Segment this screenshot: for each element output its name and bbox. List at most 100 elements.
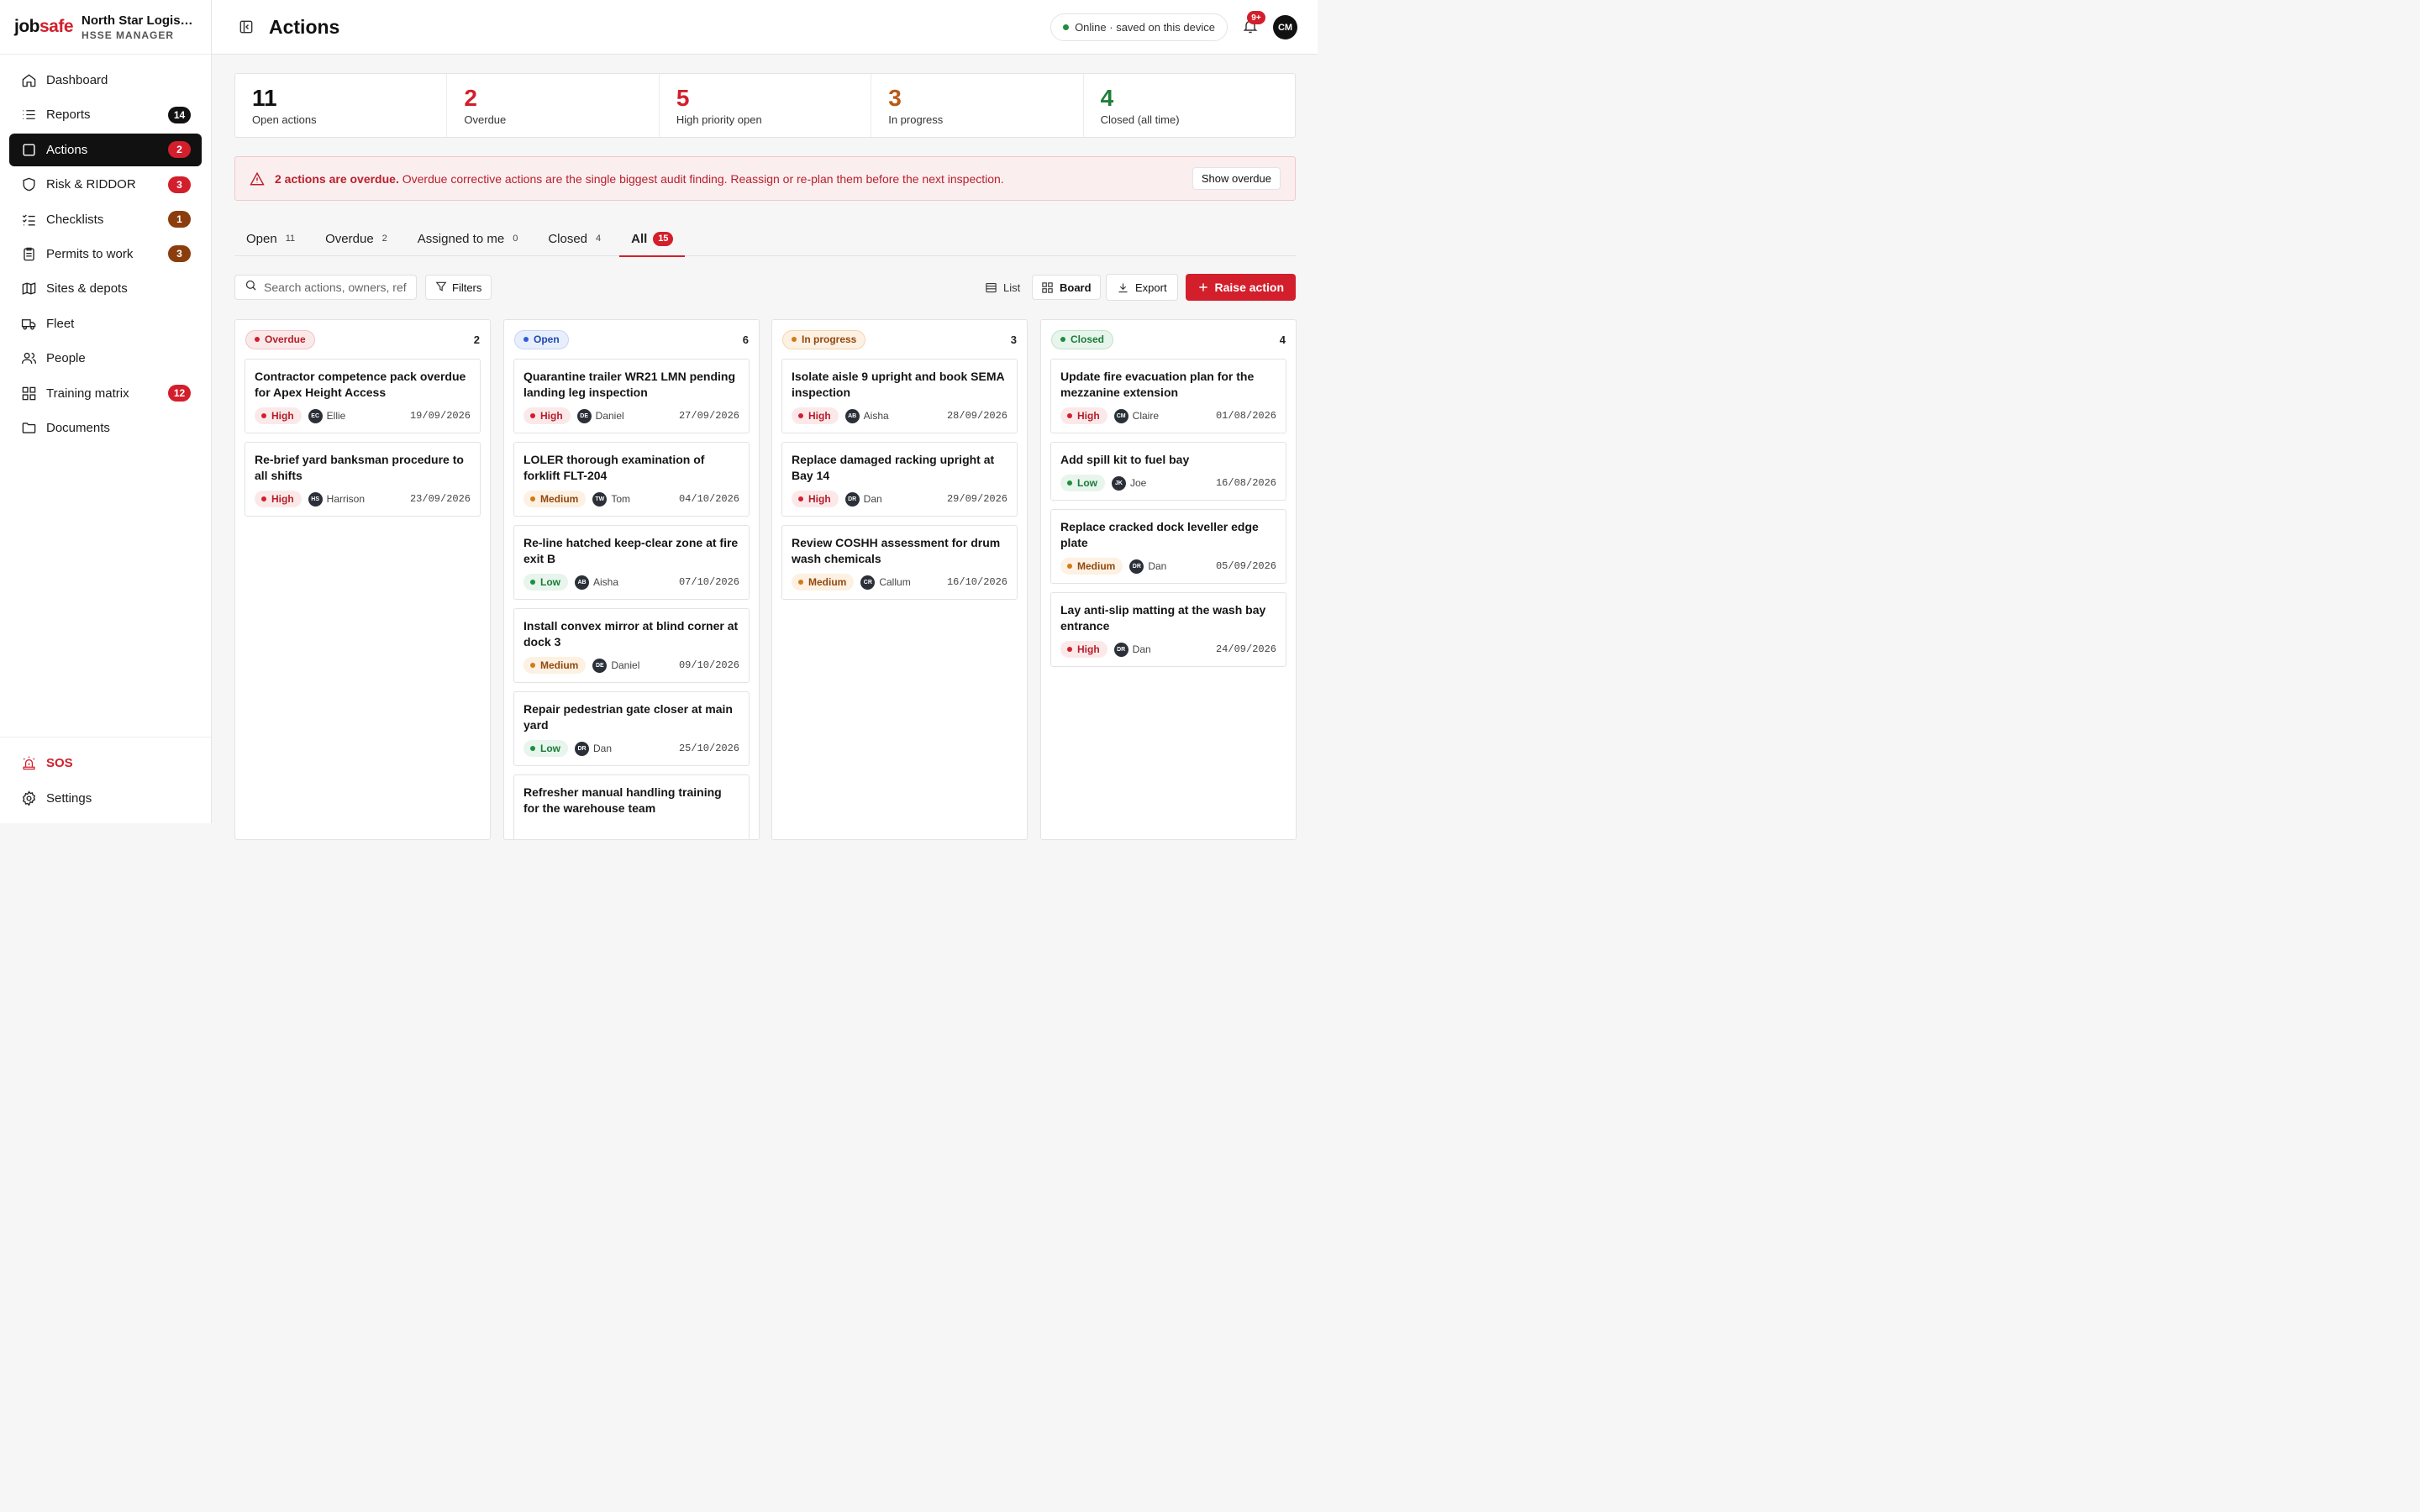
- nav-item-people[interactable]: People: [9, 342, 202, 375]
- nav-item-settings[interactable]: Settings: [9, 782, 202, 815]
- stat-label: High priority open: [676, 113, 762, 126]
- action-card[interactable]: Replace damaged racking upright at Bay 1…: [781, 442, 1018, 517]
- card-title: Refresher manual handling training for t…: [523, 785, 722, 815]
- tab-open[interactable]: Open 11: [234, 221, 307, 256]
- owner-avatar: DR: [844, 491, 860, 507]
- owner-name: Aisha: [863, 410, 889, 422]
- grid-icon: [20, 385, 37, 402]
- card-title: Replace cracked dock leveller edge plate: [1060, 520, 1259, 549]
- owner-name: Dan: [863, 493, 882, 505]
- nav-item-actions[interactable]: Actions 2: [9, 133, 202, 166]
- nav-item-checklists[interactable]: Checklists 1: [9, 203, 202, 236]
- due-date: 23/09/2026: [409, 493, 471, 505]
- priority-label: Medium: [540, 659, 579, 671]
- sidebar-collapse-icon[interactable]: [237, 18, 255, 36]
- action-card[interactable]: Contractor competence pack overdue for A…: [245, 359, 481, 433]
- nav-label: Dashboard: [46, 73, 108, 87]
- filters-label: Filters: [452, 281, 482, 294]
- column-closed: Closed 4 Update fire evacuation plan for…: [1040, 319, 1297, 840]
- user-avatar[interactable]: CM: [1273, 15, 1297, 39]
- status-label: Overdue: [265, 333, 306, 345]
- stat-overdue[interactable]: 2 Overdue: [447, 74, 660, 137]
- nav-item-dashboard[interactable]: Dashboard: [9, 64, 202, 97]
- action-card[interactable]: Repair pedestrian gate closer at main ya…: [513, 691, 750, 766]
- org-switcher[interactable]: North Star Logistics HSSE MANAGER: [82, 13, 196, 41]
- action-card[interactable]: LOLER thorough examination of forklift F…: [513, 442, 750, 517]
- tab-assigned-to-me[interactable]: Assigned to me 0: [406, 221, 530, 256]
- jobsafe-logo[interactable]: jobsafe: [14, 17, 74, 37]
- card-meta: High HS Harrison 23/09/2026: [255, 491, 471, 507]
- action-card[interactable]: Update fire evacuation plan for the mezz…: [1050, 359, 1286, 433]
- list-view-label: List: [1003, 281, 1021, 294]
- priority-label: Low: [1077, 477, 1097, 489]
- status-pill: Closed: [1051, 329, 1114, 349]
- action-card[interactable]: Add spill kit to fuel bay Low JK Joe 16/08/…: [1050, 442, 1286, 501]
- org-role: HSSE MANAGER: [82, 29, 175, 41]
- stat-high-priority[interactable]: 5 High priority open: [660, 74, 872, 137]
- due-date: 28/09/2026: [946, 410, 1007, 422]
- notification-badge: 9+: [1247, 11, 1265, 24]
- action-card[interactable]: Install convex mirror at blind corner at…: [513, 608, 750, 683]
- priority-label: Medium: [808, 576, 847, 588]
- sos-button[interactable]: SOS: [9, 747, 202, 780]
- card-meta: Low JK Joe 16/08/2026: [1060, 475, 1276, 491]
- action-card[interactable]: Isolate aisle 9 upright and book SEMA in…: [781, 359, 1018, 433]
- tab-count: 0: [513, 234, 518, 244]
- main-nav: Dashboard Reports 14 Actions 2 Risk & RI…: [0, 55, 211, 444]
- board-view-button[interactable]: Board: [1032, 275, 1101, 300]
- due-date: 16/10/2026: [946, 576, 1007, 588]
- org-name: North Star Logistics: [82, 13, 197, 28]
- column-count: 2: [473, 333, 480, 346]
- stat-label: In progress: [888, 113, 944, 126]
- priority-badge: High: [1060, 641, 1107, 658]
- siren-icon: [20, 755, 37, 772]
- show-overdue-button[interactable]: Show overdue: [1192, 167, 1281, 190]
- nav-item-risk-riddor[interactable]: Risk & RIDDOR 3: [9, 168, 202, 201]
- nav-item-reports[interactable]: Reports 14: [9, 98, 202, 131]
- card-title: Quarantine trailer WR21 LMN pending land…: [523, 370, 736, 399]
- nav-item-training-matrix[interactable]: Training matrix 12: [9, 377, 202, 410]
- card-meta: High CM Claire 01/08/2026: [1060, 407, 1276, 424]
- card-title: Lay anti-slip matting at the wash bay en…: [1060, 603, 1266, 633]
- export-button[interactable]: Export: [1106, 274, 1178, 301]
- board-view-icon: [1042, 281, 1053, 293]
- column-header: Closed 4: [1041, 320, 1296, 359]
- search-input[interactable]: [264, 281, 411, 294]
- raise-action-button[interactable]: Raise action: [1185, 274, 1296, 301]
- filters-button[interactable]: Filters: [425, 275, 492, 300]
- status-dot: [1063, 24, 1070, 30]
- action-card[interactable]: Replace cracked dock leveller edge plate…: [1050, 509, 1286, 584]
- tab-overdue[interactable]: Overdue 2: [313, 221, 399, 256]
- action-card[interactable]: Quarantine trailer WR21 LMN pending land…: [513, 359, 750, 433]
- nav-item-sites[interactable]: Sites & depots: [9, 272, 202, 305]
- nav-item-documents[interactable]: Documents: [9, 412, 202, 444]
- owner-name: Dan: [593, 743, 613, 754]
- nav-label: Risk & RIDDOR: [46, 177, 136, 192]
- map-icon: [20, 281, 37, 297]
- owner-name: Ellie: [326, 410, 346, 422]
- card-meta: High AB Aisha 28/09/2026: [792, 407, 1007, 424]
- action-card[interactable]: Refresher manual handling training for t…: [513, 774, 750, 839]
- users-icon: [20, 350, 37, 367]
- tab-closed[interactable]: Closed 4: [536, 221, 613, 256]
- action-card[interactable]: Re-brief yard banksman procedure to all …: [245, 442, 481, 517]
- card-meta: High DR Dan 24/09/2026: [1060, 641, 1276, 658]
- owner-avatar: DE: [576, 408, 592, 423]
- list-view-button[interactable]: List: [976, 275, 1028, 300]
- stat-closed[interactable]: 4 Closed (all time): [1084, 74, 1295, 137]
- priority-badge: Medium: [523, 491, 587, 507]
- card-title: LOLER thorough examination of forklift F…: [523, 453, 705, 482]
- stat-label: Open actions: [252, 113, 317, 126]
- nav-item-permits[interactable]: Permits to work 3: [9, 238, 202, 270]
- priority-label: High: [271, 493, 294, 505]
- nav-item-fleet[interactable]: Fleet: [9, 307, 202, 340]
- tab-count: 11: [285, 234, 296, 244]
- stat-in-progress[interactable]: 3 In progress: [871, 74, 1084, 137]
- action-card[interactable]: Review COSHH assessment for drum wash ch…: [781, 525, 1018, 600]
- action-card[interactable]: Lay anti-slip matting at the wash bay en…: [1050, 592, 1286, 667]
- priority-badge: High: [1060, 407, 1107, 424]
- column-header: In progress 3: [772, 320, 1027, 359]
- tab-all[interactable]: All 15: [619, 221, 686, 257]
- stat-open[interactable]: 11 Open actions: [235, 74, 448, 137]
- action-card[interactable]: Re-line hatched keep-clear zone at fire …: [513, 525, 750, 600]
